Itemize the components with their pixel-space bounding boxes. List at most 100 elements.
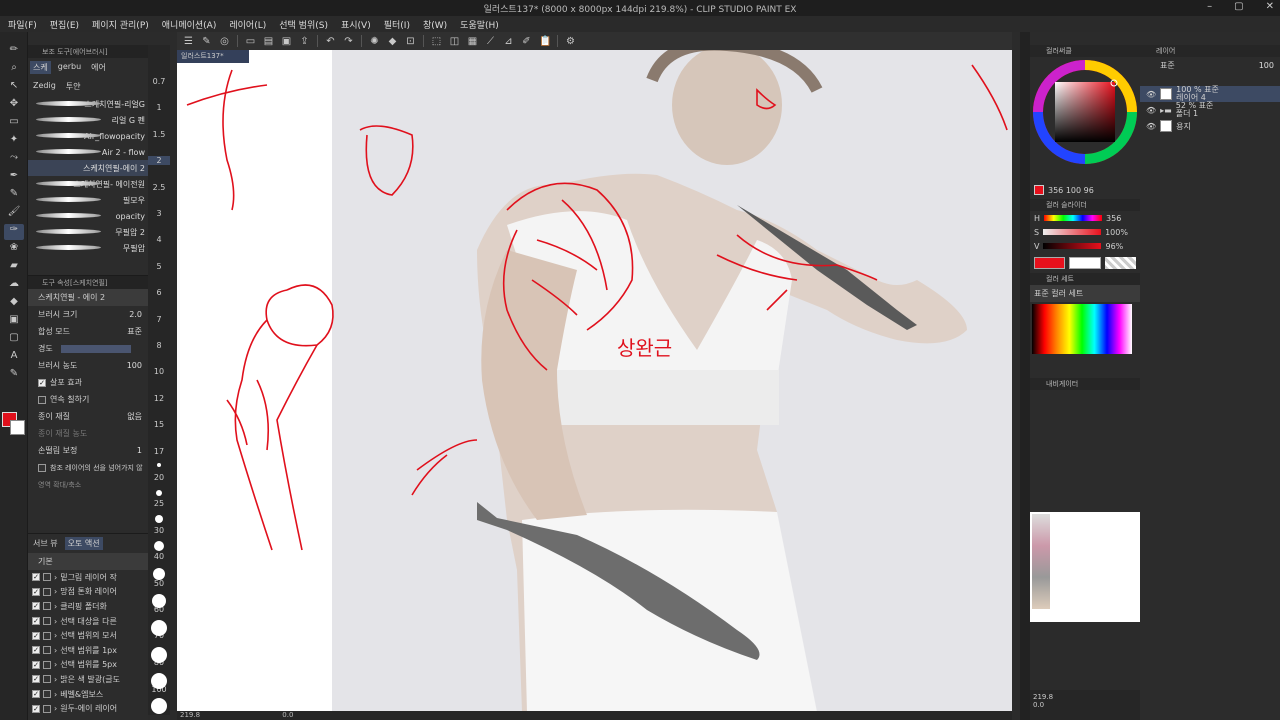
- brush-item[interactable]: 리얼 G 펜: [28, 112, 148, 128]
- sub-color-swatch[interactable]: [10, 420, 25, 435]
- size-item[interactable]: 4: [148, 235, 170, 244]
- tab-subview[interactable]: 서브 뷰: [30, 537, 61, 550]
- brush-size-row[interactable]: 브러시 크기 2.0: [28, 306, 148, 323]
- menu-view[interactable]: 표시(V): [341, 18, 371, 31]
- menu-window[interactable]: 창(W): [423, 18, 447, 31]
- blend-tool-icon[interactable]: ☁: [4, 278, 24, 294]
- snap-icon[interactable]: ⟋: [485, 36, 496, 47]
- eye-icon[interactable]: 👁: [1146, 106, 1156, 115]
- list-item[interactable]: ✓ › 베벨&엠보스: [28, 687, 148, 702]
- menu-file[interactable]: 파일(F): [8, 18, 37, 31]
- list-item[interactable]: ✓ › 선택 범위를 1px: [28, 643, 148, 658]
- navigator-preview[interactable]: [1030, 512, 1140, 622]
- loading-icon[interactable]: ✺: [369, 36, 380, 47]
- main-color-chip[interactable]: [1034, 257, 1066, 269]
- brush-item[interactable]: 스케치연필-리얼G: [28, 96, 148, 112]
- hue-slider[interactable]: H 356: [1030, 211, 1140, 225]
- brush-item[interactable]: opacity: [28, 208, 148, 224]
- size-item[interactable]: 25: [148, 499, 170, 508]
- move-tool-icon[interactable]: ✥: [4, 98, 24, 114]
- brush-item[interactable]: 무필압: [28, 240, 148, 256]
- brush-item[interactable]: 필모우: [28, 192, 148, 208]
- menu-selection[interactable]: 선택 범위(S): [279, 18, 328, 31]
- color-set-select[interactable]: 표준 컬러 세트: [1030, 285, 1140, 302]
- tab-auto-action[interactable]: 오토 액션: [64, 537, 103, 550]
- continuous-row[interactable]: 연속 칠하기: [28, 391, 148, 408]
- list-item[interactable]: ✓ › 선택 대상을 다른: [28, 614, 148, 629]
- eyedropper-icon[interactable]: ⤳: [4, 152, 24, 168]
- invert-selection-icon[interactable]: ◫: [449, 36, 460, 47]
- new-file-icon[interactable]: ▭: [245, 36, 256, 47]
- auto-select-icon[interactable]: ✦: [4, 134, 24, 150]
- size-item[interactable]: 40: [148, 552, 170, 561]
- subtool-tab-sketch[interactable]: 스케: [30, 61, 51, 74]
- saturation-slider[interactable]: S 100%: [1030, 225, 1140, 239]
- menu-icon[interactable]: ☰: [183, 36, 194, 47]
- layer-blend-row[interactable]: 표준 100: [1140, 57, 1280, 74]
- size-item[interactable]: 6: [148, 288, 170, 297]
- size-item[interactable]: 1.5: [148, 130, 170, 139]
- layer-item[interactable]: 👁 100 % 표준 레이어 4: [1140, 86, 1280, 102]
- navigator-angle[interactable]: 0.0: [1033, 701, 1044, 709]
- sub-color-chip[interactable]: [1069, 257, 1101, 269]
- clipboard-icon[interactable]: 📋: [539, 36, 551, 47]
- area-scaling-row[interactable]: 영역 확대/축소: [28, 476, 148, 493]
- save-icon[interactable]: ▣: [281, 36, 292, 47]
- airbrush-icon[interactable]: ✑: [4, 224, 24, 240]
- transparent-chip[interactable]: [1104, 257, 1136, 269]
- maximize-icon[interactable]: ▢: [1234, 1, 1243, 12]
- menu-layer[interactable]: 레이어(L): [229, 18, 266, 31]
- target-icon[interactable]: ◎: [219, 36, 230, 47]
- selection-tool-icon[interactable]: ▭: [4, 116, 24, 132]
- subtool-tab-tuyan[interactable]: 투얀: [63, 80, 84, 93]
- layer-item[interactable]: 👁 ▸▬ 52 % 표준 폴더 1: [1140, 102, 1280, 118]
- balloon-tool-icon[interactable]: ✎: [4, 368, 24, 384]
- size-item[interactable]: 50: [148, 579, 170, 588]
- rotation-angle[interactable]: 0.0: [282, 711, 293, 719]
- gradient-icon[interactable]: ▣: [4, 314, 24, 330]
- menu-filter[interactable]: 필터(I): [384, 18, 410, 31]
- blend-mode-row[interactable]: 합성 모드 표준: [28, 323, 148, 340]
- brush-item[interactable]: Air_flowopacity: [28, 128, 148, 144]
- eye-icon[interactable]: 👁: [1146, 90, 1156, 99]
- close-icon[interactable]: ✕: [1266, 1, 1274, 12]
- list-item[interactable]: ✓ › 밝은 색 발광(글도: [28, 672, 148, 687]
- eraser-icon[interactable]: ▰: [4, 260, 24, 276]
- pencil-icon[interactable]: ✎: [4, 188, 24, 204]
- brush-icon[interactable]: 🖌: [4, 206, 24, 222]
- spray-effect-row[interactable]: ✓ 살포 효과: [28, 374, 148, 391]
- list-item[interactable]: ✓ › 밑그림 레이어 작: [28, 570, 148, 585]
- size-item[interactable]: 10: [148, 367, 170, 376]
- operation-tool-icon[interactable]: ↖: [4, 80, 24, 96]
- pen-tool-icon[interactable]: ✏: [4, 44, 24, 60]
- zoom-tool-icon[interactable]: ⌕: [4, 62, 24, 78]
- redo-icon[interactable]: ↷: [343, 36, 354, 47]
- pen-mode-icon[interactable]: ✎: [201, 36, 212, 47]
- deselect-icon[interactable]: ⬚: [431, 36, 442, 47]
- ruler-icon[interactable]: ⊿: [503, 36, 514, 47]
- list-item[interactable]: ✓ › 클리핑 폴더화: [28, 599, 148, 614]
- color-wheel[interactable]: [1030, 57, 1140, 182]
- list-item[interactable]: ✓ › 선택 범위의 모서: [28, 628, 148, 643]
- menu-animation[interactable]: 애니메이션(A): [162, 18, 217, 31]
- size-item[interactable]: 20: [148, 473, 170, 482]
- pen-icon[interactable]: ✒: [4, 170, 24, 186]
- decoration-icon[interactable]: ❀: [4, 242, 24, 258]
- size-item[interactable]: 17: [148, 447, 170, 456]
- size-item-selected[interactable]: 2: [148, 156, 170, 165]
- export-icon[interactable]: ⇪: [299, 36, 310, 47]
- subtool-tab-gerbu[interactable]: gerbu: [55, 61, 84, 74]
- hardness-row[interactable]: 경도: [28, 340, 148, 357]
- open-icon[interactable]: ▤: [263, 36, 274, 47]
- eye-icon[interactable]: 👁: [1146, 122, 1156, 131]
- size-item[interactable]: 7: [148, 315, 170, 324]
- list-item[interactable]: ✓ › 선택 범위를 5px: [28, 658, 148, 673]
- navigator-zoom[interactable]: 219.8: [1033, 693, 1053, 701]
- fill-icon[interactable]: ◆: [387, 36, 398, 47]
- size-item[interactable]: 15: [148, 420, 170, 429]
- text-tool-icon[interactable]: A: [4, 350, 24, 366]
- value-slider[interactable]: V 96%: [1030, 239, 1140, 253]
- layer-opacity[interactable]: 100: [1259, 61, 1274, 70]
- action-set-select[interactable]: 기본: [28, 553, 148, 570]
- paper-texture-row[interactable]: 종이 재질 없음: [28, 408, 148, 425]
